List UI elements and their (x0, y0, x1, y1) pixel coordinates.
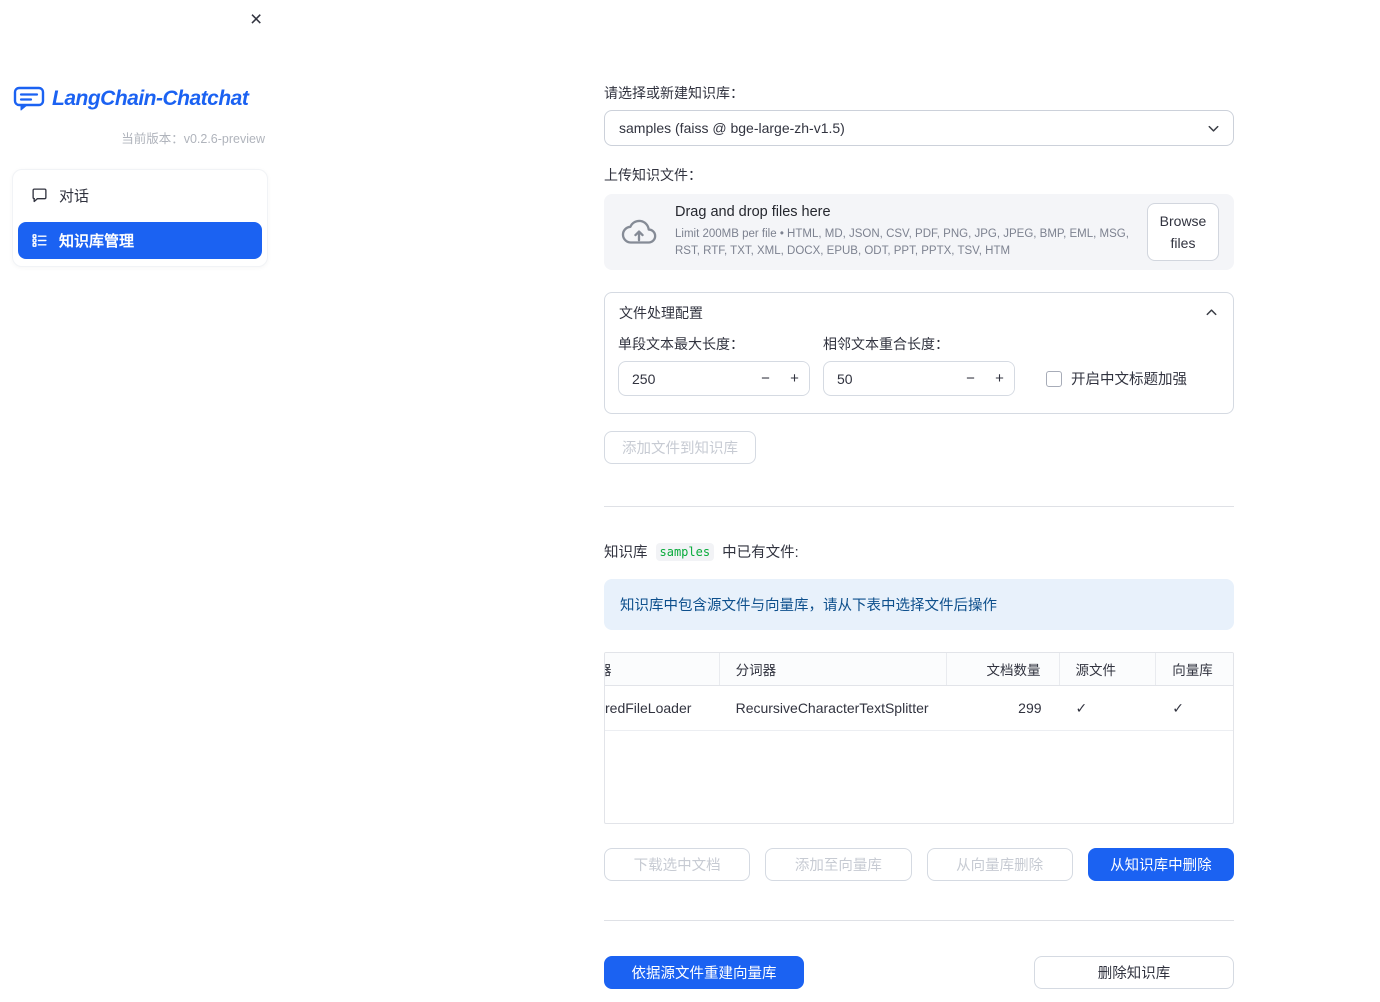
kb-files-table: 器 分词器 文档数量 源文件 向量库 redFileLoader Recursi… (604, 652, 1234, 824)
rebuild-vector-store-button[interactable]: 依据源文件重建向量库 (604, 956, 804, 989)
sidebar-item-label: 知识库管理 (59, 233, 135, 250)
sidebar-close-button[interactable]: × (244, 5, 268, 34)
close-icon: × (250, 8, 263, 31)
uploader-text-block: Drag and drop files here Limit 200MB per… (675, 204, 1131, 259)
max-length-value: 250 (632, 370, 656, 387)
max-length-field: 单段文本最大长度： 250 − + (618, 334, 810, 396)
max-length-decrement-button[interactable]: − (751, 362, 780, 395)
sidebar-item-knowledge-base[interactable]: 知识库管理 (18, 222, 262, 259)
drop-limit-text: Limit 200MB per file • HTML, MD, JSON, C… (675, 228, 1129, 257)
main-content: 请选择或新建知识库： samples (faiss @ bge-large-zh… (604, 0, 1234, 989)
column-header-doc-count[interactable]: 文档数量 (947, 653, 1060, 685)
app: × LangChain-Chatchat 当前版本：v0.2.6-preview (0, 0, 1380, 1002)
file-actions-row: 下载选中文档 添加至向量库 从向量库删除 从知识库中删除 (604, 848, 1234, 881)
overlap-field: 相邻文本重合长度： 50 − + (823, 334, 1015, 396)
cell-loader: redFileLoader (605, 700, 692, 716)
zh-title-enhance-checkbox[interactable] (1046, 370, 1062, 387)
cell-splitter: RecursiveCharacterTextSplitter (735, 700, 929, 716)
zh-title-enhance-label: 开启中文标题加强 (1071, 372, 1187, 388)
add-files-to-kb-button[interactable]: 添加文件到知识库 (604, 431, 756, 464)
zh-title-enhance-group: 开启中文标题加强 (1046, 361, 1187, 396)
cell-source-check: ✓ (1075, 699, 1088, 716)
sidebar-item-label: 对话 (59, 188, 90, 205)
version-text: 当前版本：v0.2.6-preview (121, 132, 265, 146)
overlap-decrement-button[interactable]: − (956, 362, 985, 395)
table-row[interactable]: redFileLoader RecursiveCharacterTextSpli… (605, 686, 1233, 731)
browse-files-button[interactable]: Browse files (1147, 202, 1219, 262)
divider (604, 920, 1234, 921)
kb-select[interactable]: samples (faiss @ bge-large-zh-v1.5) (604, 110, 1234, 146)
max-length-label: 单段文本最大长度： (618, 336, 744, 352)
remove-from-vector-store-button[interactable]: 从向量库删除 (926, 848, 1073, 881)
max-length-increment-button[interactable]: + (780, 362, 809, 395)
download-selected-button[interactable]: 下载选中文档 (604, 848, 751, 881)
delete-from-kb-button[interactable]: 从知识库中删除 (1087, 848, 1234, 881)
chat-logo-icon (13, 86, 45, 112)
drop-title: Drag and drop files here (675, 204, 831, 221)
kb-files-prefix: 知识库 (604, 545, 648, 561)
kb-select-value: samples (faiss @ bge-large-zh-v1.5) (619, 120, 845, 136)
kb-select-label: 请选择或新建知识库： (604, 85, 744, 101)
divider (604, 506, 1234, 507)
kb-files-suffix: 中已有文件: (722, 545, 799, 561)
cell-vector-check: ✓ (1172, 699, 1184, 716)
sidebar-menu: 对话 知识库管理 (12, 169, 268, 267)
expander-title: 文件处理配置 (619, 304, 703, 321)
list-icon (31, 232, 48, 249)
app-logo: LangChain-Chatchat (13, 86, 280, 112)
expander-header[interactable]: 文件处理配置 (605, 293, 1233, 332)
overlap-increment-button[interactable]: + (985, 362, 1014, 395)
column-header-vector-store[interactable]: 向量库 (1156, 653, 1233, 685)
overlap-value: 50 (837, 370, 853, 387)
sidebar: × LangChain-Chatchat 当前版本：v0.2.6-preview (0, 0, 280, 1002)
overlap-input[interactable]: 50 − + (823, 361, 1015, 396)
kb-management-row: 依据源文件重建向量库 删除知识库 (604, 956, 1234, 989)
add-to-vector-store-button[interactable]: 添加至向量库 (765, 848, 912, 881)
max-length-input[interactable]: 250 − + (618, 361, 810, 396)
column-header-splitter[interactable]: 分词器 (720, 653, 947, 685)
column-header-loader[interactable]: 器 (605, 653, 720, 685)
upload-label: 上传知识文件： (604, 167, 702, 183)
column-header-source-file[interactable]: 源文件 (1060, 653, 1157, 685)
chevron-up-icon (1204, 305, 1219, 320)
delete-kb-button[interactable]: 删除知识库 (1034, 956, 1234, 989)
info-alert: 知识库中包含源文件与向量库，请从下表中选择文件后操作 (604, 579, 1234, 630)
chat-bubble-icon (31, 187, 48, 204)
sidebar-item-dialogue[interactable]: 对话 (18, 177, 262, 214)
kb-name-code: samples (655, 542, 715, 561)
cloud-upload-icon (619, 217, 659, 248)
file-config-expander: 文件处理配置 单段文本最大长度： 250 − + 相邻文本重合长度： 50 − … (604, 292, 1234, 414)
file-uploader-dropzone[interactable]: Drag and drop files here Limit 200MB per… (604, 194, 1234, 270)
cell-doc-count: 299 (1018, 700, 1042, 716)
logo-text: LangChain-Chatchat (52, 87, 249, 110)
overlap-label: 相邻文本重合长度： (823, 336, 949, 352)
chevron-down-icon (1206, 121, 1221, 136)
kb-files-heading: 知识库 samples 中已有文件: (604, 541, 1234, 562)
expander-body: 单段文本最大长度： 250 − + 相邻文本重合长度： 50 − + 开启中文标… (605, 332, 1233, 413)
table-header-row: 器 分词器 文档数量 源文件 向量库 (605, 653, 1233, 686)
